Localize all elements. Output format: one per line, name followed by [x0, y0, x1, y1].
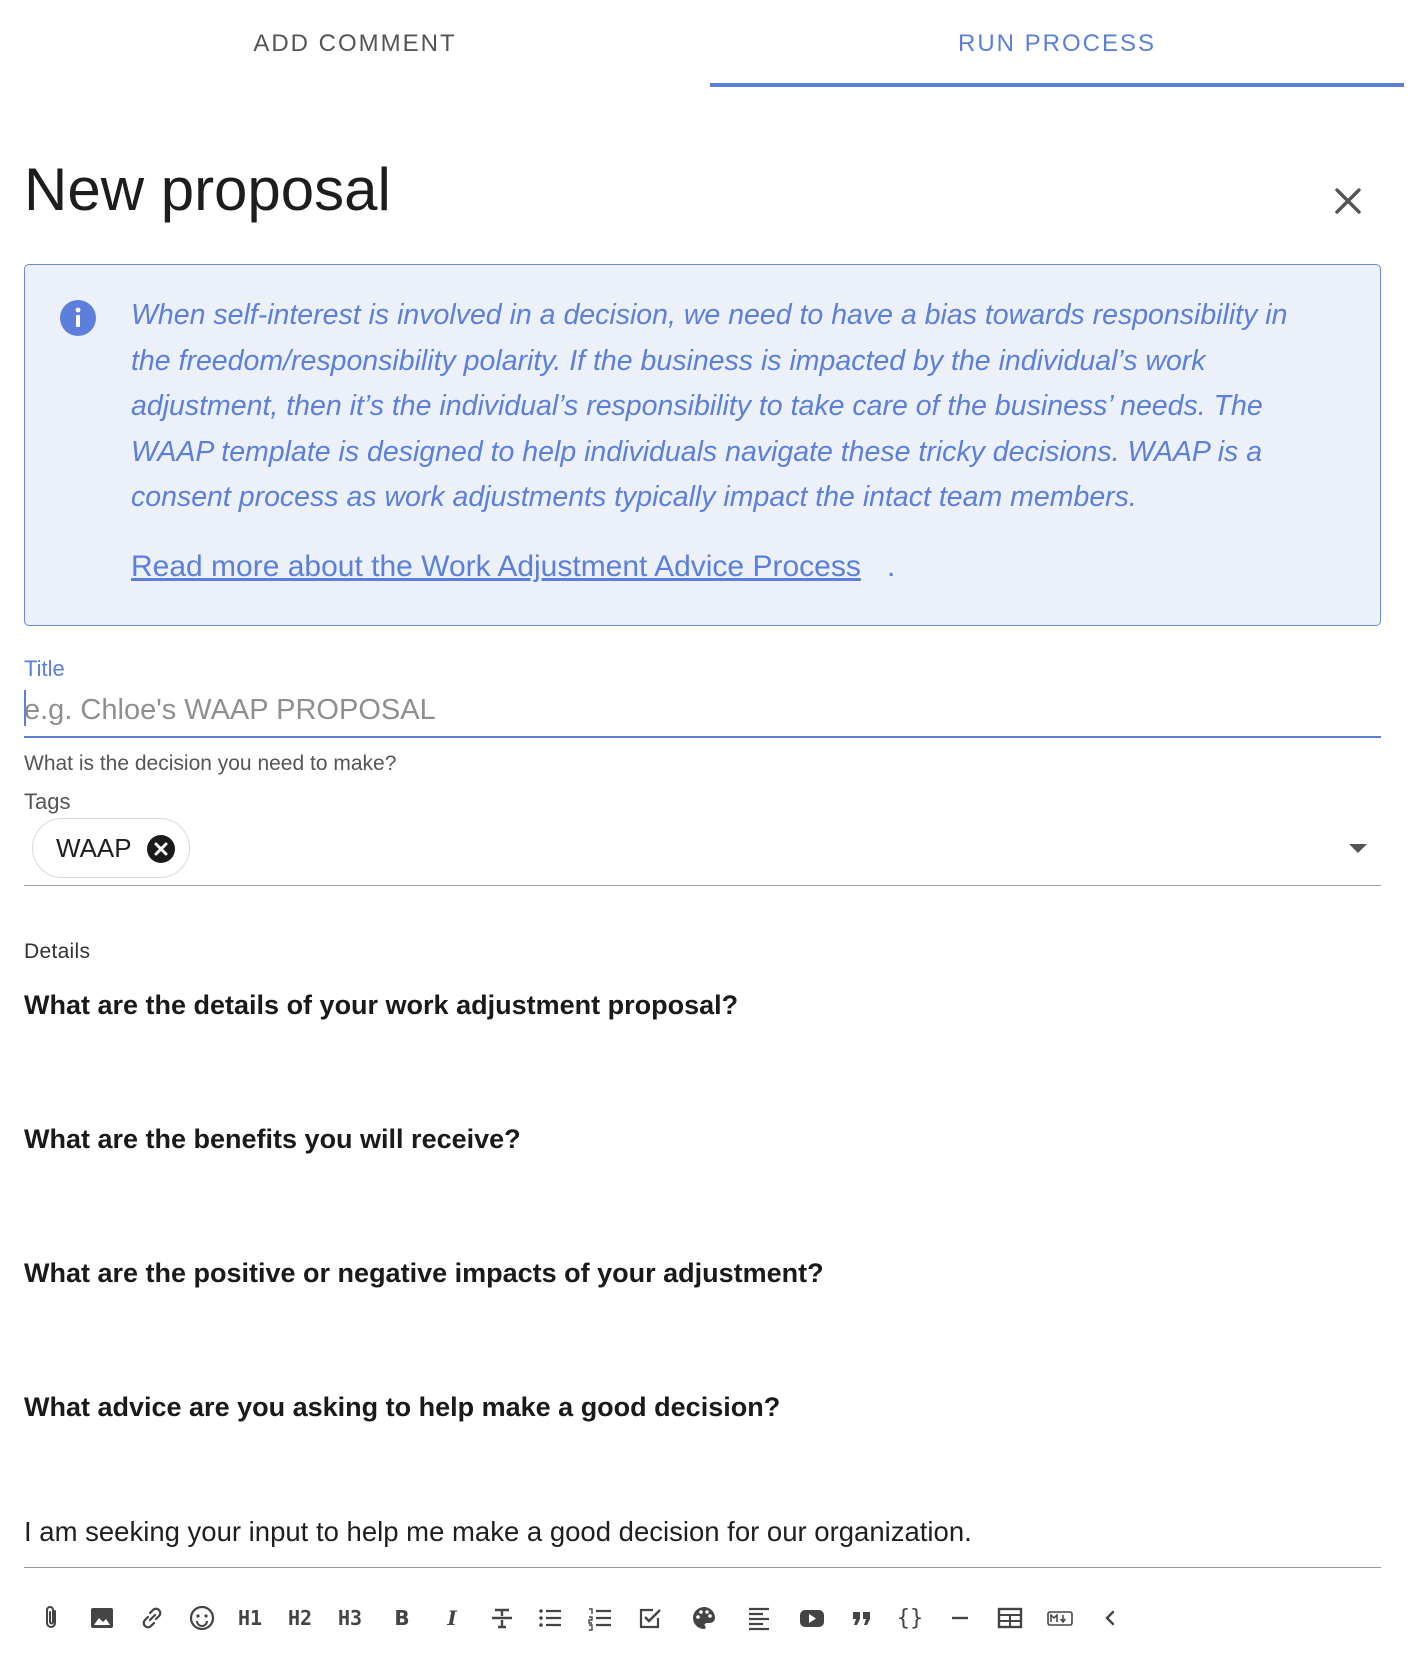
- info-callout: When self-interest is involved in a deci…: [24, 264, 1381, 626]
- palette-icon: [693, 1607, 715, 1629]
- impacts-question: What are the positive or negative impact…: [24, 1258, 824, 1288]
- tab-run-process[interactable]: RUN PROCESS: [710, 0, 1404, 88]
- align-button[interactable]: [743, 1598, 775, 1638]
- numbered-list-icon: [588, 1608, 611, 1631]
- video-button[interactable]: [796, 1598, 828, 1638]
- link-icon: [142, 1607, 162, 1629]
- tags-dropdown-button[interactable]: [1340, 830, 1376, 866]
- bullet-list-icon: [539, 1609, 561, 1627]
- tag-chip[interactable]: WAAP: [32, 818, 190, 878]
- markdown-icon: [1047, 1611, 1073, 1626]
- collapse-chevron-icon: [1105, 1610, 1115, 1626]
- horizontal-rule-button[interactable]: [944, 1598, 976, 1638]
- details-label: Details: [24, 940, 91, 963]
- horizontal-rule-icon: [952, 1616, 968, 1620]
- advice-answer-text[interactable]: I am seeking your input to help me make …: [24, 1516, 972, 1548]
- title-label: Title: [24, 656, 65, 681]
- image-button[interactable]: [86, 1598, 118, 1638]
- tags-label: Tags: [24, 789, 71, 814]
- heading-1-button[interactable]: H1: [234, 1598, 266, 1638]
- page-title: New proposal: [24, 156, 391, 223]
- italic-button[interactable]: I: [436, 1598, 468, 1638]
- quote-icon: [853, 1612, 870, 1625]
- task-list-button[interactable]: [634, 1598, 666, 1638]
- emoji-button[interactable]: [186, 1598, 218, 1638]
- advice-question: What advice are you asking to help make …: [24, 1392, 781, 1422]
- tab-bar: ADD COMMENT RUN PROCESS: [0, 0, 1411, 88]
- benefits-question: What are the benefits you will receive?: [24, 1124, 521, 1154]
- markdown-button[interactable]: [1044, 1598, 1076, 1638]
- tag-chip-label: WAAP: [56, 832, 132, 863]
- align-left-icon: [749, 1607, 769, 1631]
- tags-underline: [24, 885, 1381, 886]
- info-text: When self-interest is involved in a deci…: [131, 299, 1288, 513]
- text-caret: [24, 690, 26, 726]
- heading-3-button[interactable]: H3: [334, 1598, 366, 1638]
- attach-button[interactable]: [36, 1598, 68, 1638]
- palette-button[interactable]: [688, 1598, 720, 1638]
- video-icon: [800, 1610, 824, 1627]
- numbered-list-button[interactable]: [584, 1598, 616, 1638]
- bold-button[interactable]: B: [386, 1598, 418, 1638]
- task-list-icon: [639, 1608, 661, 1629]
- details-question: What are the details of your work adjust…: [24, 990, 739, 1020]
- emoji-icon: [189, 1605, 215, 1631]
- code-block-button[interactable]: {}: [894, 1598, 926, 1638]
- link-suffix: .: [887, 550, 896, 583]
- collapse-toolbar-button[interactable]: [1094, 1598, 1126, 1638]
- info-icon: [60, 300, 96, 336]
- quote-button[interactable]: [846, 1598, 878, 1638]
- title-helper-text: What is the decision you need to make?: [24, 752, 397, 775]
- title-input[interactable]: [24, 688, 1381, 738]
- table-icon: [997, 1607, 1023, 1629]
- editor-divider: [24, 1567, 1381, 1568]
- table-button[interactable]: [994, 1598, 1026, 1638]
- dropdown-arrow-icon: [1349, 844, 1367, 853]
- close-icon: [1335, 188, 1361, 214]
- heading-2-button[interactable]: H2: [284, 1598, 316, 1638]
- tab-add-comment[interactable]: ADD COMMENT: [0, 0, 710, 88]
- attach-icon: [46, 1606, 56, 1628]
- active-tab-indicator: [710, 83, 1404, 87]
- bullet-list-button[interactable]: [534, 1598, 566, 1638]
- strikethrough-button[interactable]: [486, 1598, 518, 1638]
- read-more-link[interactable]: Read more about the Work Adjustment Advi…: [131, 547, 861, 587]
- remove-tag-icon[interactable]: [146, 834, 176, 864]
- link-button[interactable]: [136, 1598, 168, 1638]
- strikethrough-icon: [492, 1608, 512, 1629]
- close-button[interactable]: [1325, 178, 1371, 224]
- image-icon: [91, 1608, 113, 1628]
